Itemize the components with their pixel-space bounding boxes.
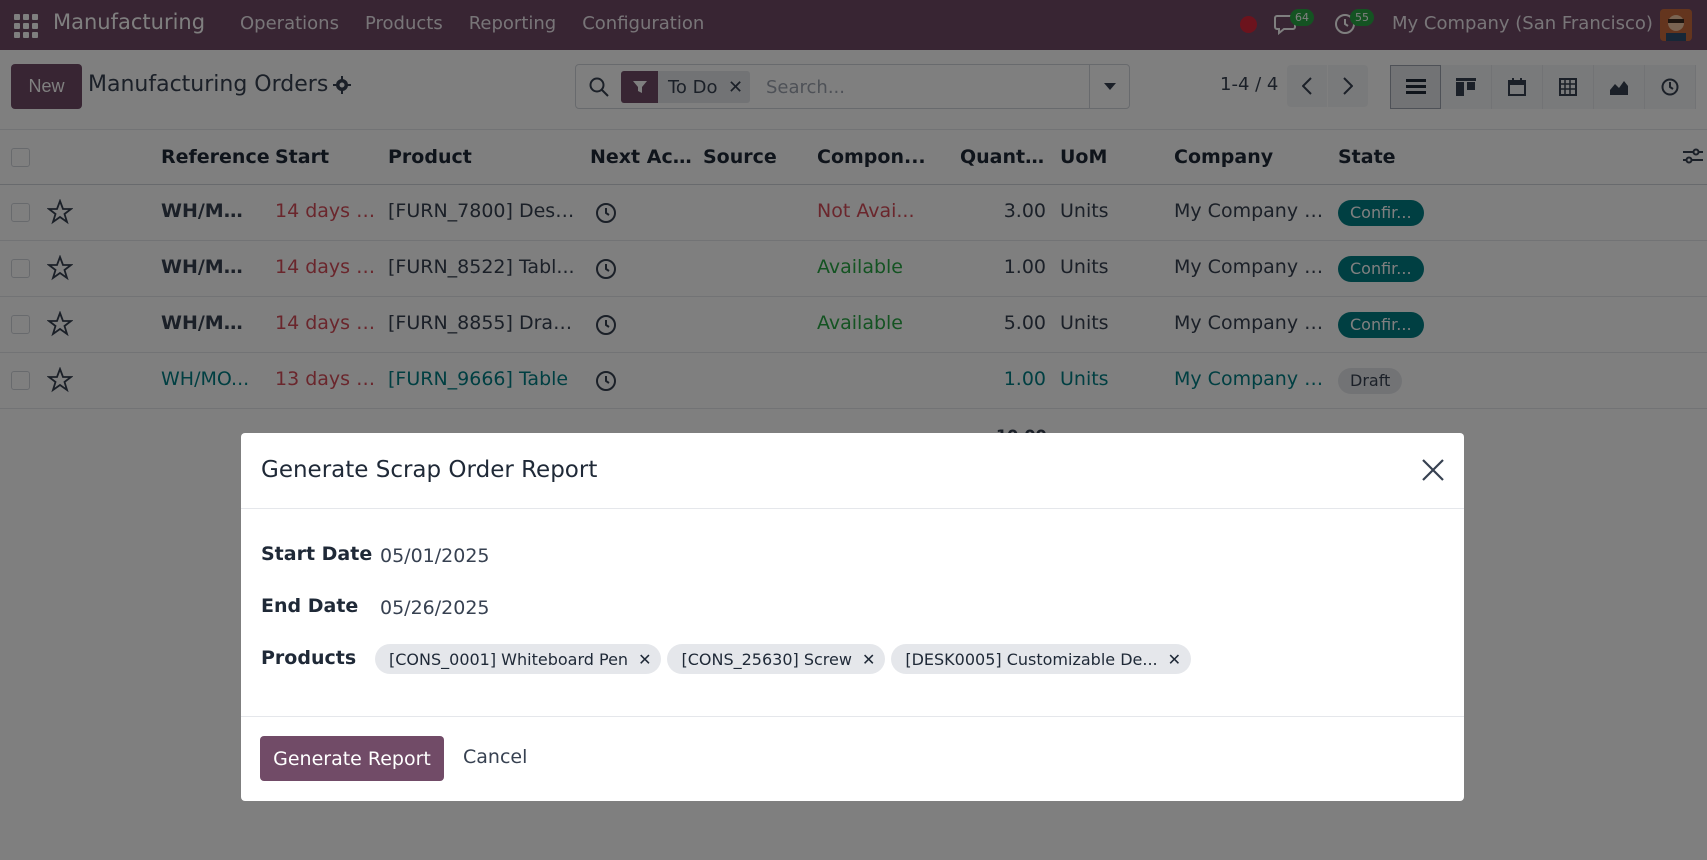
start-date-label: Start Date bbox=[261, 543, 373, 565]
scrap-report-dialog: Generate Scrap Order Report Start Date 0… bbox=[241, 433, 1464, 801]
tag-remove-icon[interactable]: ✕ bbox=[862, 650, 875, 669]
close-icon[interactable] bbox=[1420, 457, 1446, 483]
product-tag: [DESK0005] Customizable De... ✕ bbox=[891, 644, 1192, 674]
product-tag-label: [CONS_0001] Whiteboard Pen bbox=[389, 649, 629, 669]
products-label: Products bbox=[261, 647, 357, 669]
tag-remove-icon[interactable]: ✕ bbox=[638, 650, 651, 669]
end-date-label: End Date bbox=[261, 595, 359, 617]
generate-report-button[interactable]: Generate Report bbox=[260, 736, 444, 781]
dialog-header: Generate Scrap Order Report bbox=[241, 433, 1464, 509]
tag-remove-icon[interactable]: ✕ bbox=[1168, 650, 1181, 669]
end-date-field[interactable]: 05/26/2025 bbox=[380, 597, 490, 619]
cancel-button[interactable]: Cancel bbox=[463, 746, 527, 768]
dialog-footer: Generate Report Cancel bbox=[241, 716, 1464, 801]
start-date-field[interactable]: 05/01/2025 bbox=[380, 545, 490, 567]
product-tag-label: [CONS_25630] Screw bbox=[681, 649, 852, 669]
dialog-title: Generate Scrap Order Report bbox=[261, 457, 598, 483]
products-tags-field[interactable]: [CONS_0001] Whiteboard Pen ✕ [CONS_25630… bbox=[375, 644, 1192, 674]
product-tag: [CONS_0001] Whiteboard Pen ✕ bbox=[375, 644, 662, 674]
product-tag: [CONS_25630] Screw ✕ bbox=[667, 644, 886, 674]
product-tag-label: [DESK0005] Customizable De... bbox=[905, 649, 1158, 669]
